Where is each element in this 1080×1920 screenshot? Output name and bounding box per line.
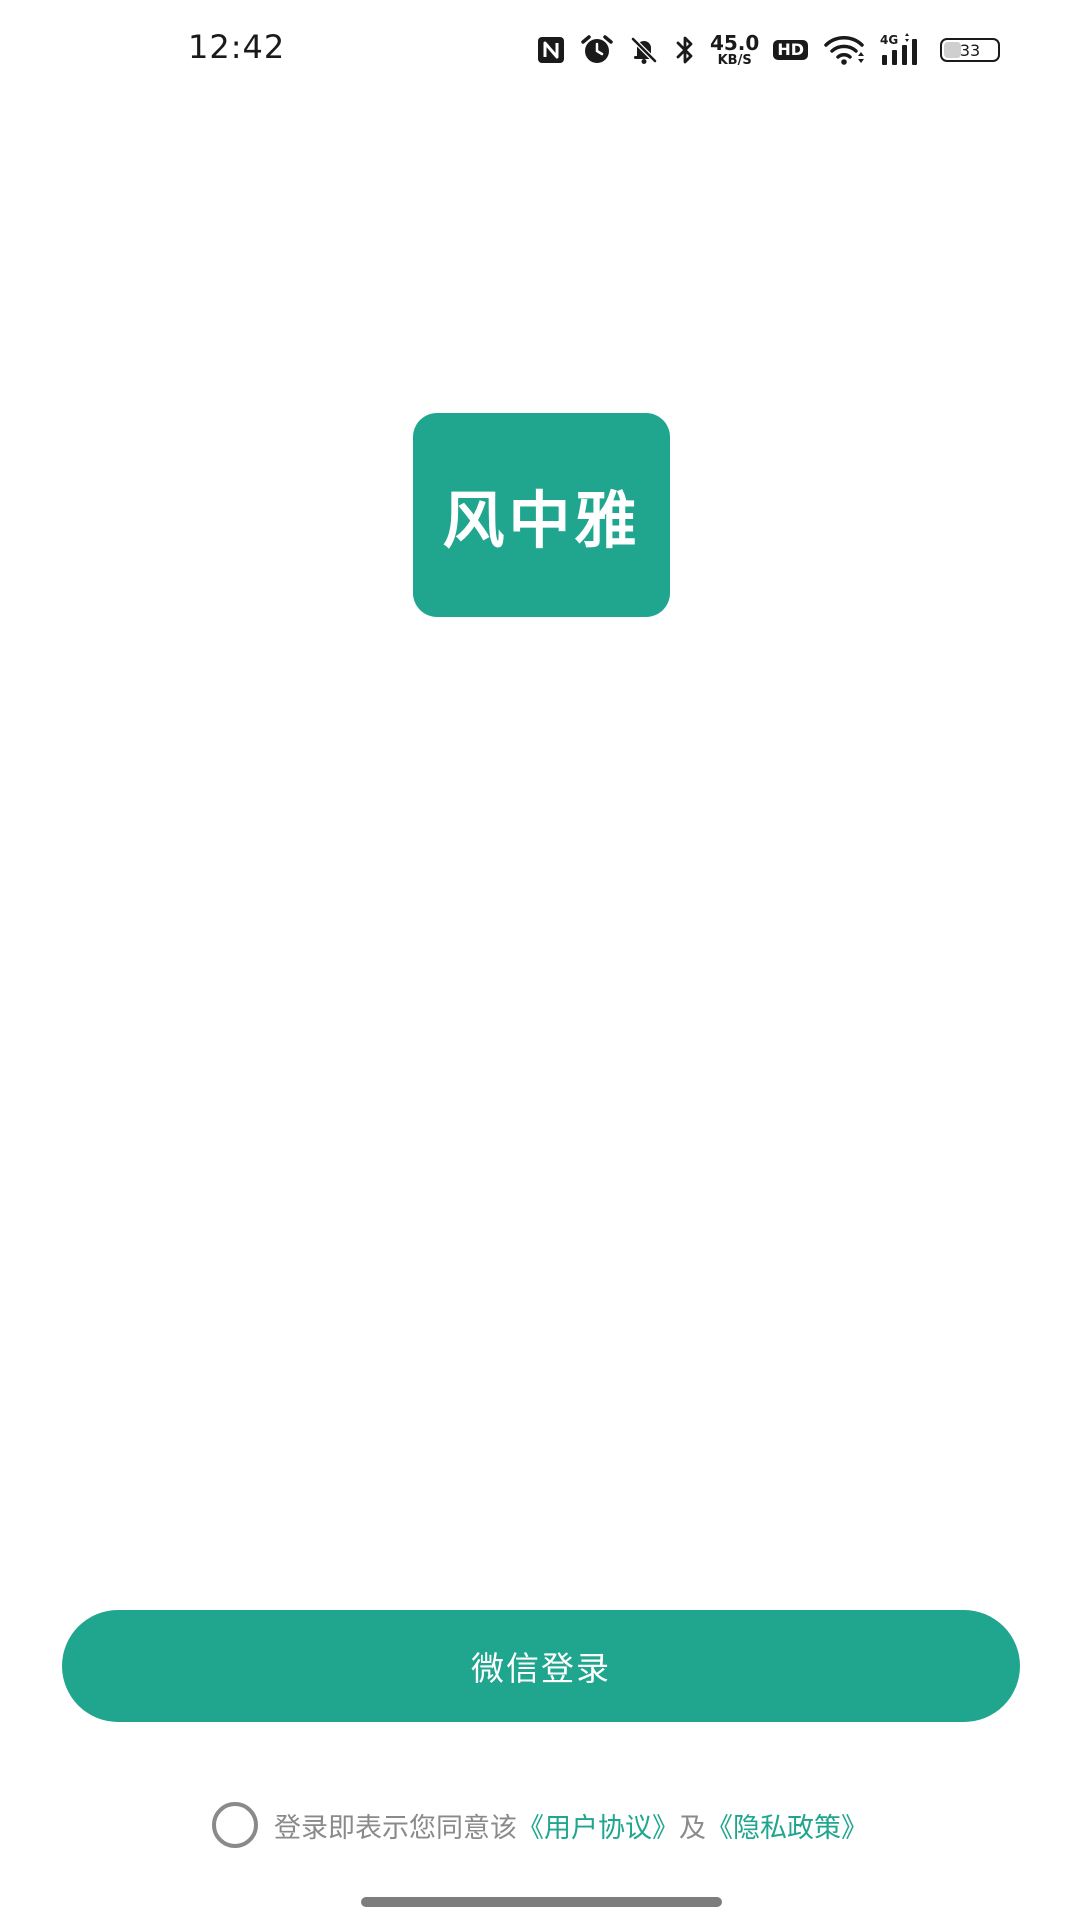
status-bar: 12:42 45.0 KB/S HD 4G 33 <box>0 0 1080 100</box>
nfc-icon <box>536 32 566 68</box>
network-speed-value: 45.0 <box>709 31 760 55</box>
privacy-policy-link[interactable]: 《隐私政策》 <box>706 1806 868 1845</box>
network-speed: 45.0 KB/S <box>710 32 759 68</box>
user-agreement-link[interactable]: 《用户协议》 <box>517 1806 679 1845</box>
battery-icon: 33 <box>940 38 1000 62</box>
bluetooth-icon <box>674 32 696 68</box>
app-logo-text: 风中雅 <box>442 484 641 557</box>
cellular-signal-icon: 4G <box>880 32 926 68</box>
wechat-login-button[interactable]: 微信登录 <box>62 1610 1020 1722</box>
battery-fill <box>944 42 962 58</box>
agreement-row: 登录即表示您同意该 《用户协议》 及 《隐私政策》 <box>0 1795 1080 1855</box>
battery-indicator: 33 <box>940 32 1000 68</box>
agreement-checkbox[interactable] <box>212 1802 258 1848</box>
agreement-prefix: 登录即表示您同意该 <box>274 1812 517 1844</box>
network-speed-unit: KB/S <box>717 53 752 68</box>
hd-label: HD <box>773 40 808 60</box>
hd-badge: HD <box>773 32 808 68</box>
battery-level: 33 <box>959 40 981 60</box>
wechat-login-label: 微信登录 <box>471 1649 611 1688</box>
status-icons: 45.0 KB/S HD 4G 33 <box>536 30 1000 70</box>
network-type-label: 4G <box>880 33 898 47</box>
home-indicator[interactable] <box>361 1897 722 1907</box>
status-time: 12:42 <box>188 28 286 66</box>
agreement-conjunction: 及 <box>679 1812 706 1844</box>
app-logo: 风中雅 <box>413 413 670 617</box>
mute-bell-icon <box>628 32 660 68</box>
alarm-icon <box>580 32 614 68</box>
wifi-icon <box>822 32 866 68</box>
